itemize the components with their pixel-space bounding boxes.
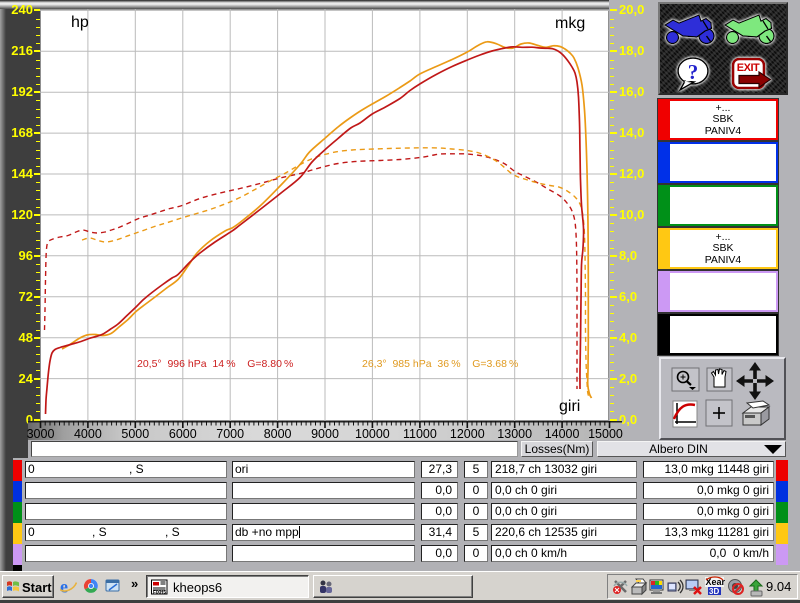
svg-text:9.04: 9.04: [766, 579, 791, 594]
svg-text:?: ?: [688, 60, 699, 84]
svg-text:EXIT: EXIT: [737, 62, 760, 74]
svg-text:e: e: [60, 578, 68, 595]
svg-text:3D: 3D: [709, 587, 719, 596]
svg-text:FIXHS: FIXHS: [153, 590, 166, 595]
